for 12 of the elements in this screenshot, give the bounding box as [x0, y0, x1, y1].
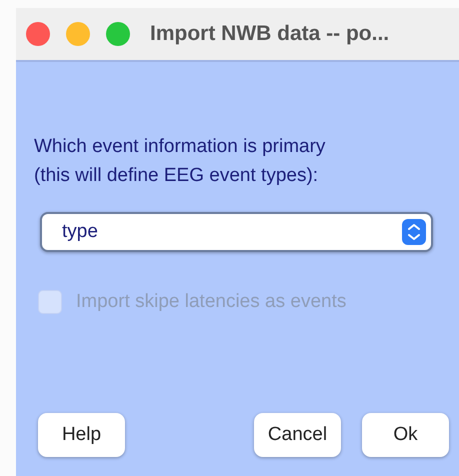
minimize-icon[interactable]: [66, 22, 90, 46]
dialog-button[interactable]: Cancel: [254, 413, 341, 457]
prompt-text: (this will define EEG event types):: [34, 164, 320, 188]
dialog-button[interactable]: Ok: [362, 413, 449, 457]
checkbox-label: Import skipe latencies as events: [76, 291, 346, 313]
prompt-text: Which event information is primary: [34, 135, 326, 159]
stepper-icon: [402, 219, 426, 245]
dialog-button[interactable]: Help: [38, 413, 125, 457]
window-title: Import NWB data -- po...: [150, 22, 390, 46]
zoom-icon[interactable]: [106, 22, 130, 46]
close-icon[interactable]: [26, 22, 50, 46]
dropdown[interactable]: type: [40, 212, 433, 252]
